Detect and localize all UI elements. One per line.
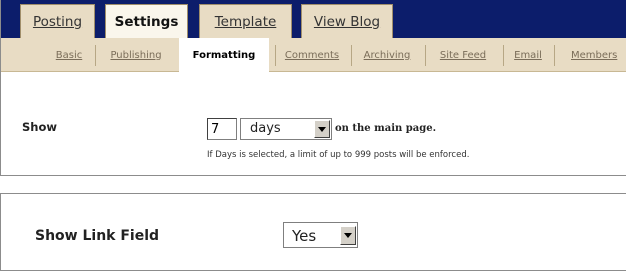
subtab-basic[interactable]: Basic [49,38,89,72]
show-hint-text: If Days is selected, a limit of up to 99… [207,150,470,160]
sub-tabs-bar: Basic Publishing Formatting Comments Arc… [1,38,626,73]
link-field-select[interactable]: Yes [283,222,358,248]
settings-formatting-panel: Posting Settings Template View Blog Basi… [0,0,626,176]
subtab-separator [554,45,555,66]
subtab-site-feed[interactable]: Site Feed [429,38,497,72]
dropdown-arrow-icon[interactable] [340,226,356,245]
subtab-archiving[interactable]: Archiving [355,38,419,72]
subtab-separator [95,45,96,66]
subtab-separator [275,45,276,66]
subtab-formatting[interactable]: Formatting [179,38,269,73]
panel-border-top [0,193,626,194]
tab-template[interactable]: Template [199,4,292,38]
subtab-separator [503,45,504,66]
subtab-separator [351,45,352,66]
panel-border-left [0,193,1,271]
main-tabs-bar: Posting Settings Template View Blog [1,0,626,39]
show-label: Show [22,120,57,134]
link-field-select-value: Yes [292,227,317,245]
tab-view-blog[interactable]: View Blog [301,4,393,38]
show-suffix-text: on the main page. [335,123,437,134]
subtab-comments[interactable]: Comments [279,38,345,72]
subtab-email[interactable]: Email [508,38,548,72]
unit-select[interactable]: days [240,118,332,140]
dropdown-arrow-icon[interactable] [314,120,330,138]
tab-posting[interactable]: Posting [20,4,95,38]
panel-border-bottom [0,175,626,176]
subtab-members[interactable]: Members [559,38,625,72]
subtab-separator [425,45,426,66]
link-field-label: Show Link Field [35,228,160,244]
subtab-publishing[interactable]: Publishing [101,38,171,72]
link-field-panel: Show Link Field Yes [0,193,626,271]
post-count-input[interactable] [207,118,237,140]
unit-select-value: days [250,121,281,136]
tab-settings[interactable]: Settings [105,4,188,39]
